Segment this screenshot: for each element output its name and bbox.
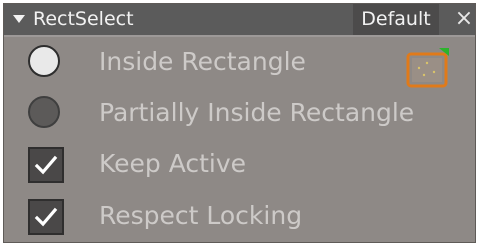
- option-row-partially-inside[interactable]: Partially Inside Rectangle: [4, 89, 477, 137]
- option-row-keep-active[interactable]: Keep Active: [4, 140, 477, 188]
- partially-inside-radio[interactable]: [28, 96, 60, 128]
- respect-locking-checkbox[interactable]: [28, 199, 64, 235]
- checkmark-icon: [34, 207, 58, 227]
- panel-titlebar: RectSelect Default ×: [4, 4, 475, 37]
- panel-title: RectSelect: [33, 8, 134, 30]
- rectselect-panel: RectSelect Default × Inside Rectangle Pa…: [3, 3, 476, 243]
- keep-active-checkbox[interactable]: [28, 147, 64, 183]
- triangle-down-icon[interactable]: [12, 12, 26, 26]
- partially-inside-label: Partially Inside Rectangle: [99, 98, 415, 127]
- close-button[interactable]: ×: [454, 4, 474, 35]
- inside-rectangle-radio[interactable]: [28, 45, 60, 77]
- inside-rectangle-label: Inside Rectangle: [99, 47, 306, 76]
- respect-locking-label: Respect Locking: [99, 201, 303, 230]
- checkmark-icon: [34, 155, 58, 175]
- option-row-respect-locking[interactable]: Respect Locking: [4, 192, 477, 240]
- keep-active-label: Keep Active: [99, 149, 247, 178]
- option-row-inside-rectangle[interactable]: Inside Rectangle: [4, 38, 477, 86]
- preset-dropdown[interactable]: Default: [353, 4, 439, 35]
